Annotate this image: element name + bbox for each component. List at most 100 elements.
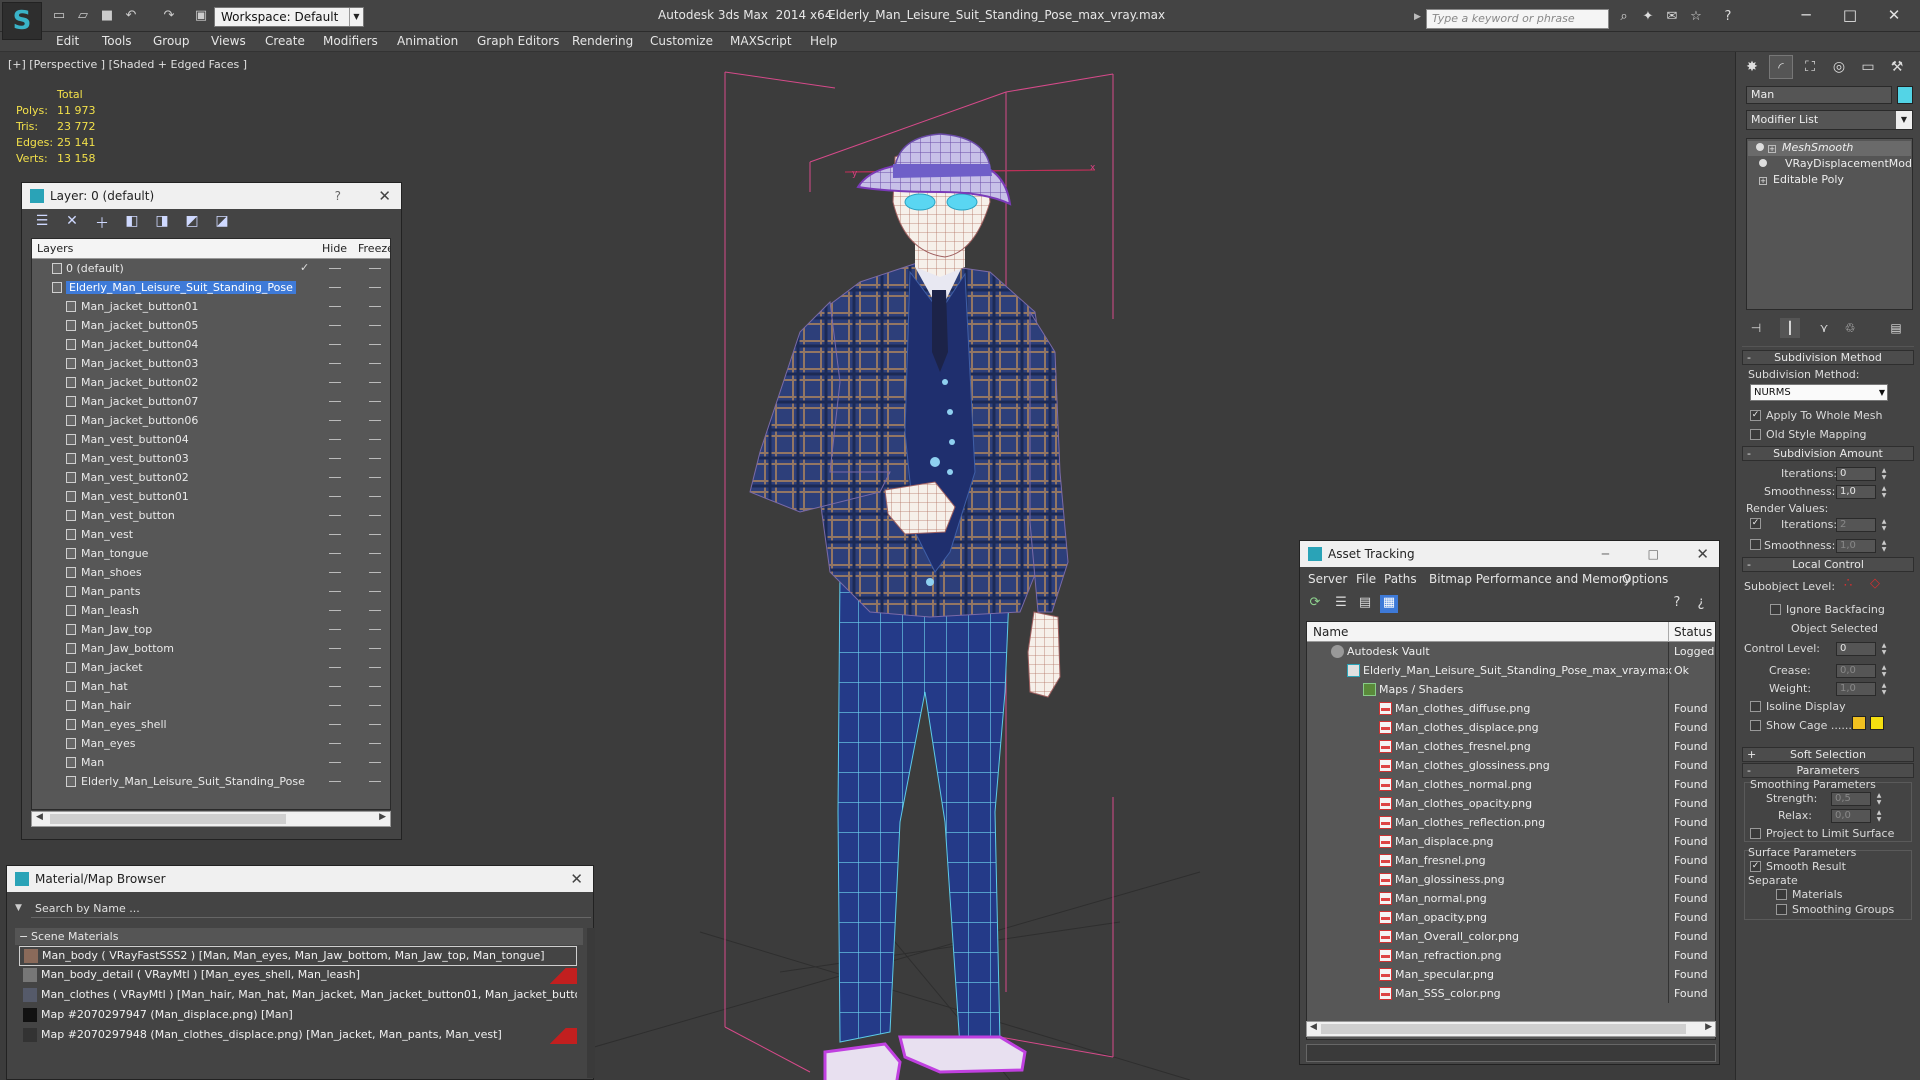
new-file-icon[interactable]: ▭	[50, 8, 68, 24]
expand-icon[interactable]: +	[1768, 145, 1776, 153]
vertex-level-icon[interactable]: ∴	[1844, 576, 1852, 591]
asset-menu-options[interactable]: Options	[1622, 572, 1668, 586]
hide-toggle[interactable]	[329, 724, 341, 725]
spinner-arrows-icon[interactable]: ▲ ▼	[1880, 539, 1888, 553]
hide-toggle[interactable]	[329, 515, 341, 516]
modify-tab-icon[interactable]: ◜	[1769, 55, 1793, 79]
menu-edit[interactable]: Edit	[56, 34, 79, 48]
layer-row[interactable]: Man_jacket_button05	[32, 316, 390, 335]
layer-horizontal-scrollbar[interactable]: ◀ ▶	[31, 811, 391, 827]
subscription-icon[interactable]: ✦	[1638, 9, 1658, 27]
asset-menu-paths[interactable]: Paths	[1384, 572, 1417, 586]
smoothness-spinner[interactable]: 1,0	[1836, 485, 1876, 499]
render-smoothness-spinner[interactable]: 1,0	[1836, 539, 1876, 553]
layer-row[interactable]: Man_vest_button02	[32, 468, 390, 487]
close-icon[interactable]: ✕	[570, 866, 583, 892]
rollout-local-control[interactable]: Local Control	[1742, 557, 1914, 572]
layer-row[interactable]: Man_jacket	[32, 658, 390, 677]
asset-row[interactable]: Man_SSS_color.png Found	[1307, 984, 1715, 1003]
layer-row[interactable]: Man_tongue	[32, 544, 390, 563]
thumbnail-view-icon[interactable]: ▤	[1356, 595, 1374, 613]
layer-row[interactable]: Man_eyes	[32, 734, 390, 753]
object-name-field[interactable]: Man	[1746, 86, 1892, 104]
spinner-arrows-icon[interactable]: ▲ ▼	[1880, 467, 1888, 481]
freeze-toggle[interactable]	[369, 724, 381, 725]
hide-toggle[interactable]	[329, 610, 341, 611]
layer-window-titlebar[interactable]: Layer: 0 (default) ? ✕	[22, 183, 401, 209]
hierarchy-tab-icon[interactable]: ⛶	[1798, 55, 1822, 79]
stack-item-meshsmooth[interactable]: + MeshSmooth	[1748, 141, 1911, 156]
subdivision-method-dropdown[interactable]: NURMS ▼	[1750, 384, 1888, 401]
material-row[interactable]: Map #2070297948 (Man_clothes_displace.pn…	[19, 1026, 577, 1046]
asset-row[interactable]: Man_Overall_color.png Found	[1307, 927, 1715, 946]
expand-icon[interactable]: +	[1759, 177, 1767, 185]
apply-whole-mesh-checkbox[interactable]: ✓	[1750, 410, 1761, 421]
menu-maxscript[interactable]: MAXScript	[730, 34, 792, 48]
close-icon[interactable]: ✕	[1696, 541, 1709, 567]
layer-row[interactable]: Man_Jaw_bottom	[32, 639, 390, 658]
minimize-window-icon[interactable]: ─	[1786, 4, 1826, 26]
freeze-toggle[interactable]	[369, 553, 381, 554]
layer-row[interactable]: Man_shoes	[32, 563, 390, 582]
hide-toggle[interactable]	[329, 344, 341, 345]
freeze-toggle[interactable]	[369, 610, 381, 611]
ignore-backfacing-checkbox[interactable]	[1770, 604, 1781, 615]
redo-icon[interactable]: ↷	[160, 8, 178, 24]
layer-row[interactable]: Man_pants	[32, 582, 390, 601]
freeze-toggle[interactable]	[369, 268, 381, 269]
asset-row[interactable]: Elderly_Man_Leisure_Suit_Standing_Pose_m…	[1307, 661, 1715, 680]
material-row[interactable]: Man_body_detail ( VRayMtl ) [Man_eyes_sh…	[19, 966, 577, 986]
freeze-toggle[interactable]	[369, 325, 381, 326]
spinner-arrows-icon[interactable]: ▲ ▼	[1880, 518, 1888, 532]
freeze-toggle[interactable]	[369, 458, 381, 459]
hide-toggle[interactable]	[329, 572, 341, 573]
hide-toggle[interactable]	[329, 686, 341, 687]
help-icon[interactable]: ?	[335, 183, 341, 209]
crease-spinner[interactable]: 0,0	[1836, 664, 1876, 678]
hide-toggle[interactable]	[329, 401, 341, 402]
modifier-list-dropdown[interactable]: Modifier List ▼	[1746, 110, 1913, 130]
asset-row[interactable]: Man_opacity.png Found	[1307, 908, 1715, 927]
help-icon[interactable]: ?	[1718, 9, 1738, 27]
layer-row[interactable]: Man_jacket_button01	[32, 297, 390, 316]
freeze-toggle[interactable]	[369, 420, 381, 421]
hide-toggle[interactable]	[329, 781, 341, 782]
close-icon[interactable]: ✕	[378, 183, 391, 209]
layer-row[interactable]: Man_vest_button04	[32, 430, 390, 449]
rollout-subdivision-method[interactable]: Subdivision Method	[1742, 350, 1914, 365]
hide-toggle[interactable]	[329, 439, 341, 440]
motion-tab-icon[interactable]: ◎	[1827, 55, 1851, 79]
hide-toggle[interactable]	[329, 382, 341, 383]
relax-spinner[interactable]: 0,0	[1831, 809, 1871, 823]
control-level-spinner[interactable]: 0	[1836, 642, 1876, 656]
object-color-swatch[interactable]	[1897, 86, 1913, 104]
add-to-layer-icon[interactable]: ＋	[92, 213, 112, 232]
hide-all-layers-icon[interactable]: ◩	[182, 213, 202, 231]
asset-row[interactable]: Man_clothes_glossiness.png Found	[1307, 756, 1715, 775]
freeze-toggle[interactable]	[369, 344, 381, 345]
rollout-subdivision-amount[interactable]: Subdivision Amount	[1742, 446, 1914, 461]
menu-modifiers[interactable]: Modifiers	[323, 34, 378, 48]
undo-icon[interactable]: ↶	[122, 8, 140, 24]
asset-row[interactable]: Autodesk Vault Logged	[1307, 642, 1715, 661]
hide-toggle[interactable]	[329, 762, 341, 763]
asset-row[interactable]: Man_fresnel.png Found	[1307, 851, 1715, 870]
layer-row[interactable]: Elderly_Man_Leisure_Suit_Standing_Pose	[32, 278, 390, 297]
freeze-toggle[interactable]	[369, 781, 381, 782]
freeze-toggle[interactable]	[369, 591, 381, 592]
material-vertical-scrollbar[interactable]	[587, 928, 595, 1078]
freeze-toggle[interactable]	[369, 705, 381, 706]
menu-tools[interactable]: Tools	[102, 34, 132, 48]
spinner-arrows-icon[interactable]: ▲ ▼	[1880, 664, 1888, 678]
asset-row[interactable]: Man_glossiness.png Found	[1307, 870, 1715, 889]
menu-group[interactable]: Group	[153, 34, 190, 48]
light-bulb-icon[interactable]	[1759, 159, 1767, 167]
freeze-toggle[interactable]	[369, 534, 381, 535]
smooth-result-checkbox[interactable]: ✓	[1750, 861, 1761, 872]
scroll-right-icon[interactable]: ▶	[379, 812, 386, 822]
hide-toggle[interactable]	[329, 477, 341, 478]
freeze-all-layers-icon[interactable]: ◪	[212, 213, 232, 231]
render-iterations-spinner[interactable]: 2	[1836, 518, 1876, 532]
spinner-arrows-icon[interactable]: ▲ ▼	[1875, 809, 1883, 823]
freeze-toggle[interactable]	[369, 629, 381, 630]
